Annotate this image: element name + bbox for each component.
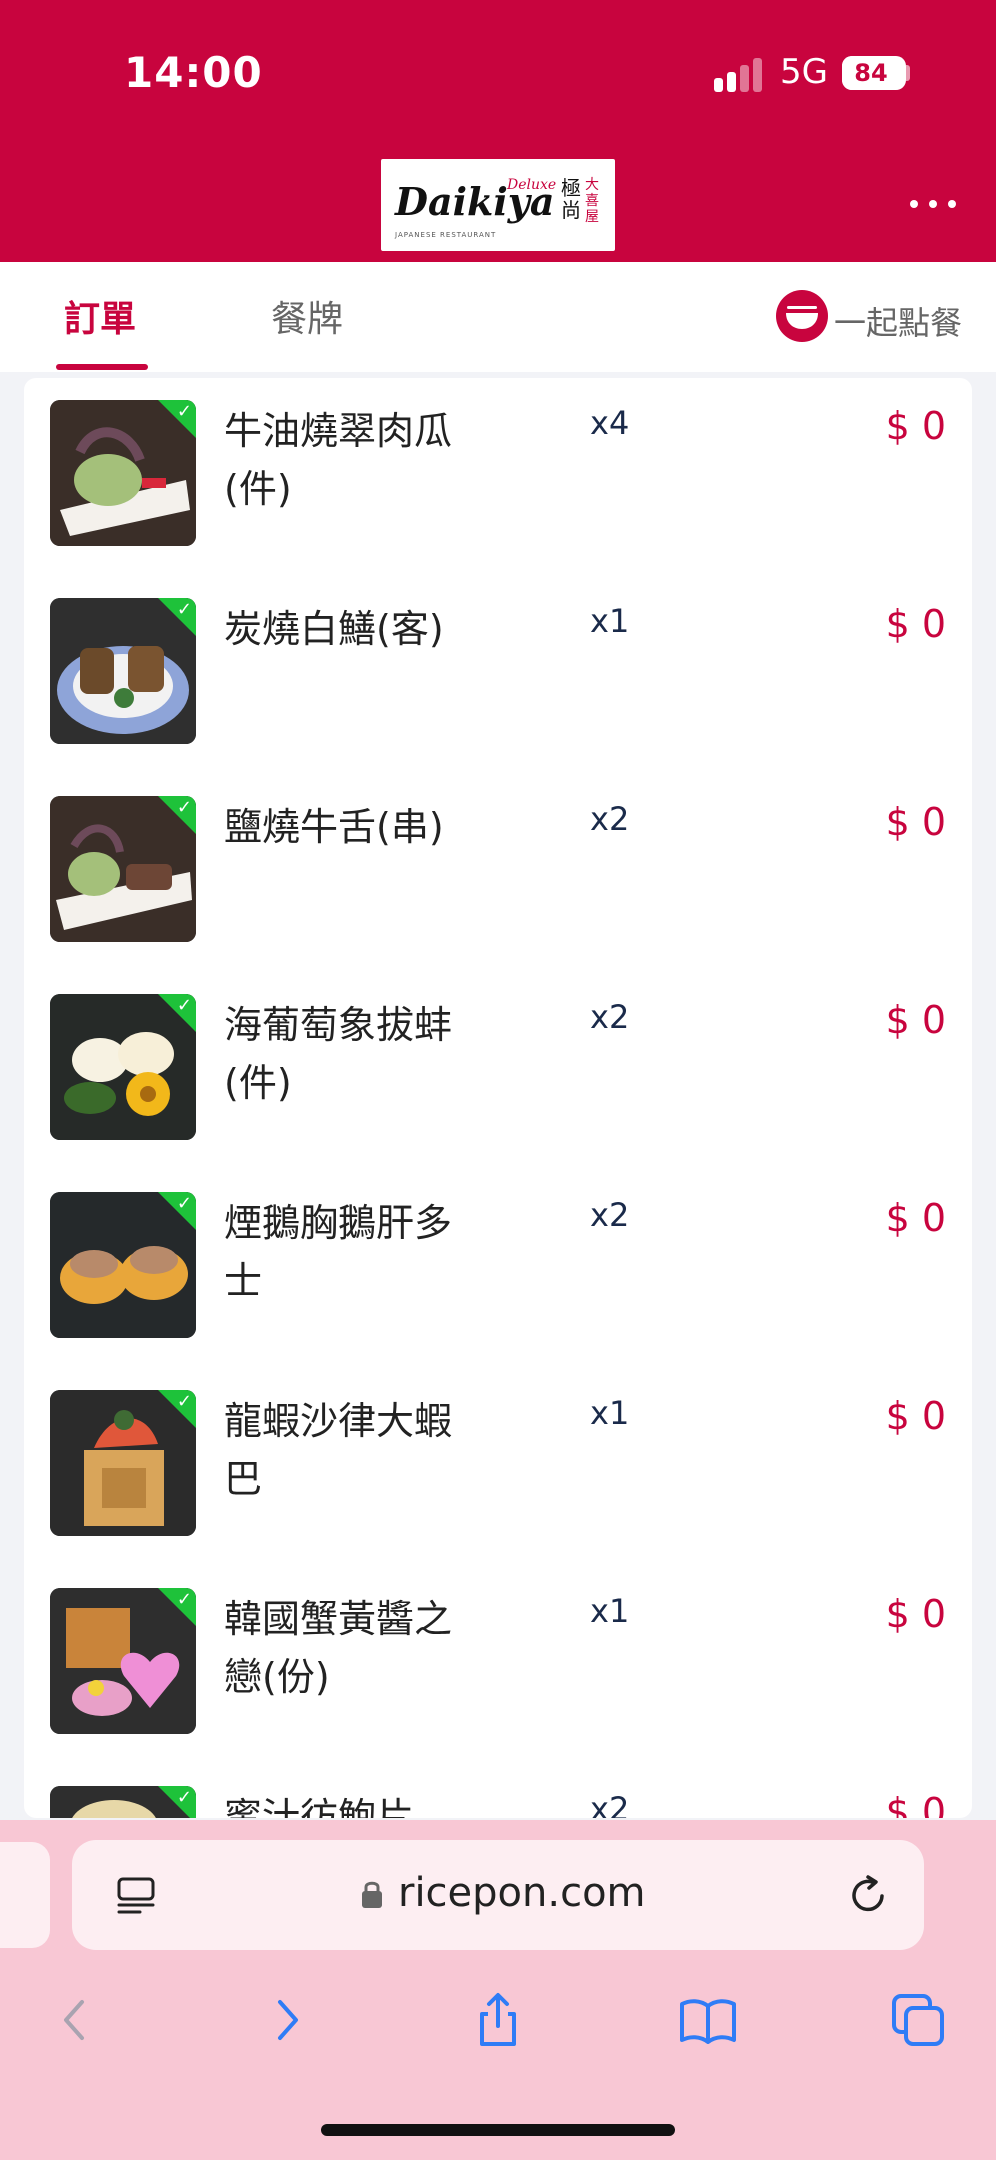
group-order-label: 一起點餐 bbox=[834, 304, 963, 342]
tab-menu[interactable]: 餐牌 bbox=[271, 290, 343, 342]
back-icon[interactable] bbox=[44, 1990, 104, 2050]
checkmark-icon: ✓ bbox=[176, 1787, 192, 1808]
order-list: ✓ 牛油燒翠肉瓜(件) x4 $ 0 ✓ 炭燒白鱔(客) x1 $ 0 ✓ 鹽燒… bbox=[24, 378, 972, 1818]
item-quantity: x2 bbox=[590, 1196, 630, 1234]
checkmark-icon: ✓ bbox=[176, 1589, 192, 1610]
logo-jp-red: 大喜屋 bbox=[585, 177, 599, 225]
signal-icon bbox=[714, 58, 766, 92]
dish-image: ✓ bbox=[50, 1588, 196, 1734]
status-time: 14:00 bbox=[124, 48, 263, 97]
logo-jp-black: 極尚 bbox=[561, 176, 581, 222]
order-item[interactable]: ✓ 炭燒白鱔(客) x1 $ 0 bbox=[24, 576, 972, 774]
dish-image: ✓ bbox=[50, 1390, 196, 1536]
order-item[interactable]: ✓ 鹽燒牛舌(串) x2 $ 0 bbox=[24, 774, 972, 972]
url-text: ricepon.com bbox=[398, 1870, 646, 1916]
dish-image: ✓ bbox=[50, 796, 196, 942]
item-name: 蜜汁彷鮑片 bbox=[224, 1795, 415, 1818]
item-price: $ 0 bbox=[885, 404, 946, 448]
dish-image: ✓ bbox=[50, 400, 196, 546]
item-quantity: x2 bbox=[590, 1790, 630, 1818]
battery-tip bbox=[906, 65, 910, 81]
item-name: 煙鵝胸鵝肝多士 bbox=[224, 1201, 453, 1303]
tab-order[interactable]: 訂單 bbox=[64, 290, 136, 342]
bowl-icon bbox=[776, 290, 828, 342]
previous-tab-edge[interactable] bbox=[0, 1842, 50, 1948]
checkmark-icon: ✓ bbox=[176, 1193, 192, 1214]
forward-icon[interactable] bbox=[258, 1990, 318, 2050]
order-item[interactable]: ✓ 煙鵝胸鵝肝多士 x2 $ 0 bbox=[24, 1170, 972, 1368]
app-header: 14:00 5G 84 Daikiya Deluxe JAPANESE REST… bbox=[0, 0, 996, 262]
checkmark-icon: ✓ bbox=[176, 599, 192, 620]
item-quantity: x2 bbox=[590, 998, 630, 1036]
item-price: $ 0 bbox=[885, 800, 946, 844]
home-indicator[interactable] bbox=[321, 2124, 675, 2136]
browser-toolbar: ricepon.com bbox=[0, 1820, 996, 2160]
item-price: $ 0 bbox=[885, 1790, 946, 1818]
item-price: $ 0 bbox=[885, 998, 946, 1042]
checkmark-icon: ✓ bbox=[176, 797, 192, 818]
item-name: 牛油燒翠肉瓜(件) bbox=[224, 409, 453, 511]
item-name: 鹽燒牛舌(串) bbox=[224, 805, 444, 849]
item-name: 韓國蟹黃醬之戀(份) bbox=[224, 1597, 453, 1699]
address-bar[interactable]: ricepon.com bbox=[72, 1840, 924, 1950]
order-item[interactable]: ✓ 牛油燒翠肉瓜(件) x4 $ 0 bbox=[24, 378, 972, 576]
item-price: $ 0 bbox=[885, 1196, 946, 1240]
order-item[interactable]: ✓ 韓國蟹黃醬之戀(份) x1 $ 0 bbox=[24, 1566, 972, 1764]
order-item[interactable]: ✓ 海葡萄象拔蚌(件) x2 $ 0 bbox=[24, 972, 972, 1170]
item-quantity: x1 bbox=[590, 1394, 630, 1432]
checkmark-icon: ✓ bbox=[176, 1391, 192, 1412]
restaurant-logo: Daikiya Deluxe JAPANESE RESTAURANT 極尚 大喜… bbox=[381, 159, 615, 251]
item-quantity: x4 bbox=[590, 404, 630, 442]
tab-bar: 訂單 餐牌 一起點餐 bbox=[0, 262, 996, 372]
checkmark-icon: ✓ bbox=[176, 401, 192, 422]
item-name: 龍蝦沙律大蝦巴 bbox=[224, 1399, 453, 1501]
dot-icon bbox=[910, 200, 918, 208]
battery-icon: 84 bbox=[842, 56, 906, 90]
item-quantity: x1 bbox=[590, 1592, 630, 1630]
logo-deluxe: Deluxe bbox=[507, 177, 557, 193]
page-menu-icon[interactable] bbox=[116, 1876, 156, 1916]
tabs-icon[interactable] bbox=[888, 1990, 948, 2050]
logo-subtitle: JAPANESE RESTAURANT bbox=[395, 231, 497, 239]
dot-icon bbox=[948, 200, 956, 208]
item-quantity: x2 bbox=[590, 800, 630, 838]
reload-icon[interactable] bbox=[848, 1874, 890, 1916]
share-icon[interactable] bbox=[468, 1990, 528, 2050]
lock-icon bbox=[360, 1878, 384, 1910]
item-name: 炭燒白鱔(客) bbox=[224, 607, 444, 651]
dish-image: ✓ bbox=[50, 598, 196, 744]
dish-image: ✓ bbox=[50, 994, 196, 1140]
item-name: 海葡萄象拔蚌(件) bbox=[224, 1003, 453, 1105]
more-options-button[interactable] bbox=[908, 188, 958, 218]
battery-percent: 84 bbox=[854, 59, 888, 87]
bookmarks-icon[interactable] bbox=[678, 1990, 738, 2050]
dish-image: ✓ bbox=[50, 1786, 196, 1818]
item-quantity: x1 bbox=[590, 602, 630, 640]
dot-icon bbox=[929, 200, 937, 208]
item-price: $ 0 bbox=[885, 1394, 946, 1438]
order-item[interactable]: ✓ 蜜汁彷鮑片 x2 $ 0 bbox=[24, 1764, 972, 1818]
network-label: 5G bbox=[780, 52, 828, 92]
order-item[interactable]: ✓ 龍蝦沙律大蝦巴 x1 $ 0 bbox=[24, 1368, 972, 1566]
dish-image: ✓ bbox=[50, 1192, 196, 1338]
checkmark-icon: ✓ bbox=[176, 995, 192, 1016]
item-price: $ 0 bbox=[885, 602, 946, 646]
item-price: $ 0 bbox=[885, 1592, 946, 1636]
active-tab-indicator bbox=[56, 364, 148, 370]
